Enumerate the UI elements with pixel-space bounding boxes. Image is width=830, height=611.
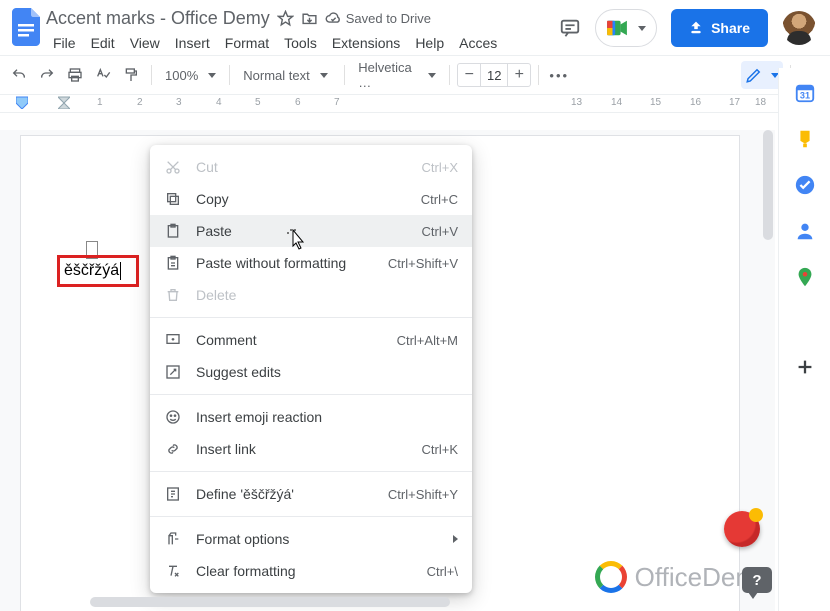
menu-file[interactable]: File [46, 33, 83, 53]
add-addon-icon[interactable] [794, 356, 816, 378]
clear-format-icon [164, 562, 182, 580]
menu-help[interactable]: Help [408, 33, 451, 53]
font-dropdown[interactable]: Helvetica … [352, 60, 442, 90]
toolbar: 100% Normal text Helvetica … − + ••• [0, 55, 830, 95]
maps-icon[interactable] [794, 266, 816, 288]
comment-icon [164, 331, 182, 349]
menu-accessibility[interactable]: Acces [452, 33, 504, 53]
move-icon[interactable] [301, 10, 318, 27]
watermark-logo-icon [595, 561, 627, 593]
copy-icon [164, 190, 182, 208]
keep-icon[interactable] [794, 128, 816, 150]
paste-icon [164, 222, 182, 240]
tasks-icon[interactable] [794, 174, 816, 196]
emoji-icon [164, 408, 182, 426]
ctx-define[interactable]: Define 'ěščřžýá'Ctrl+Shift+Y [150, 478, 472, 510]
font-size-increase[interactable]: + [508, 64, 530, 86]
ctx-delete: Delete [150, 279, 472, 311]
meet-button[interactable] [595, 9, 657, 47]
chevron-down-icon [638, 26, 646, 31]
ctx-format-options[interactable]: Format options [150, 523, 472, 555]
docs-logo-icon[interactable] [8, 8, 46, 46]
document-text[interactable]: ěščřžýá [64, 262, 119, 280]
save-status[interactable]: Saved to Drive [325, 10, 431, 27]
format-icon [164, 530, 182, 548]
vertical-scrollbar[interactable] [761, 130, 775, 611]
context-menu: CutCtrl+X CopyCtrl+C PasteCtrl+V Paste w… [150, 145, 472, 593]
ctx-copy[interactable]: CopyCtrl+C [150, 183, 472, 215]
selected-text-highlight: ěščřžýá [57, 255, 139, 287]
calendar-icon[interactable]: 31 [794, 82, 816, 104]
trash-icon [164, 286, 182, 304]
contacts-icon[interactable] [794, 220, 816, 242]
comment-history-icon[interactable] [559, 17, 581, 39]
ctx-paste-without-formatting[interactable]: Paste without formattingCtrl+Shift+V [150, 247, 472, 279]
menu-bar: File Edit View Insert Format Tools Exten… [46, 31, 559, 55]
link-icon [164, 440, 182, 458]
editing-mode-button[interactable] [741, 61, 783, 89]
format-paint-button[interactable] [118, 62, 144, 88]
account-avatar[interactable] [782, 11, 816, 45]
dictionary-icon [164, 485, 182, 503]
ruler[interactable]: 1234567131415161718 [0, 95, 830, 113]
star-icon[interactable] [277, 10, 294, 27]
font-size-group: − + [457, 63, 531, 87]
more-tools-button[interactable]: ••• [546, 62, 572, 88]
menu-format[interactable]: Format [218, 33, 276, 53]
share-button[interactable]: Share [671, 9, 768, 47]
ctx-comment[interactable]: CommentCtrl+Alt+M [150, 324, 472, 356]
menu-extensions[interactable]: Extensions [325, 33, 407, 53]
ctx-emoji-reaction[interactable]: Insert emoji reaction [150, 401, 472, 433]
mouse-cursor-icon [287, 229, 305, 251]
font-size-decrease[interactable]: − [458, 64, 480, 86]
menu-tools[interactable]: Tools [277, 33, 324, 53]
zoom-dropdown[interactable]: 100% [159, 68, 222, 83]
suggest-icon [164, 363, 182, 381]
help-bubble-icon[interactable]: ? [742, 567, 772, 593]
ctx-paste[interactable]: PasteCtrl+V [150, 215, 472, 247]
svg-text:31: 31 [799, 91, 809, 101]
menu-edit[interactable]: Edit [84, 33, 122, 53]
font-size-input[interactable] [480, 64, 508, 86]
chevron-right-icon [453, 535, 458, 543]
style-dropdown[interactable]: Normal text [237, 68, 337, 83]
horizontal-scrollbar[interactable] [20, 596, 760, 608]
menu-insert[interactable]: Insert [168, 33, 217, 53]
cut-icon [164, 158, 182, 176]
print-button[interactable] [62, 62, 88, 88]
menu-view[interactable]: View [123, 33, 167, 53]
side-panel: 31 [778, 68, 830, 611]
ctx-suggest-edits[interactable]: Suggest edits [150, 356, 472, 388]
ctx-cut: CutCtrl+X [150, 151, 472, 183]
ctx-clear-formatting[interactable]: Clear formattingCtrl+\ [150, 555, 472, 587]
paste-plain-icon [164, 254, 182, 272]
undo-button[interactable] [6, 62, 32, 88]
document-title[interactable]: Accent marks - Office Demy [46, 8, 270, 29]
spellcheck-button[interactable] [90, 62, 116, 88]
explore-fab[interactable] [724, 511, 760, 547]
redo-button[interactable] [34, 62, 60, 88]
ctx-insert-link[interactable]: Insert linkCtrl+K [150, 433, 472, 465]
